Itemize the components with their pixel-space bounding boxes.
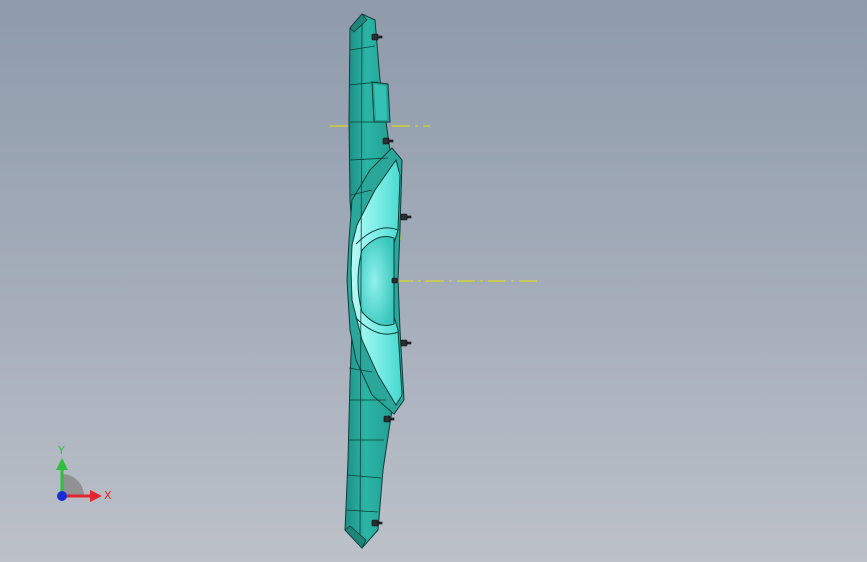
stud-bottom <box>371 519 383 527</box>
stud-mid-lower <box>400 339 412 347</box>
stud-top <box>371 33 383 41</box>
graphics-viewport[interactable]: Y X <box>0 0 867 562</box>
x-arrow-icon <box>90 490 102 502</box>
stud-upper <box>382 137 394 145</box>
top-boss-face <box>374 84 387 120</box>
y-arrow-icon <box>56 458 68 470</box>
z-axis-icon <box>57 491 67 501</box>
y-axis-label: Y <box>57 444 65 457</box>
stud-lower <box>383 415 395 423</box>
coordinate-triad: Y X <box>56 444 112 502</box>
stud-center <box>391 277 398 284</box>
x-axis-label: X <box>104 489 112 502</box>
hub-recess[interactable] <box>357 236 395 326</box>
stud-mid-upper <box>400 213 412 221</box>
model-view[interactable]: Y X <box>0 0 867 562</box>
